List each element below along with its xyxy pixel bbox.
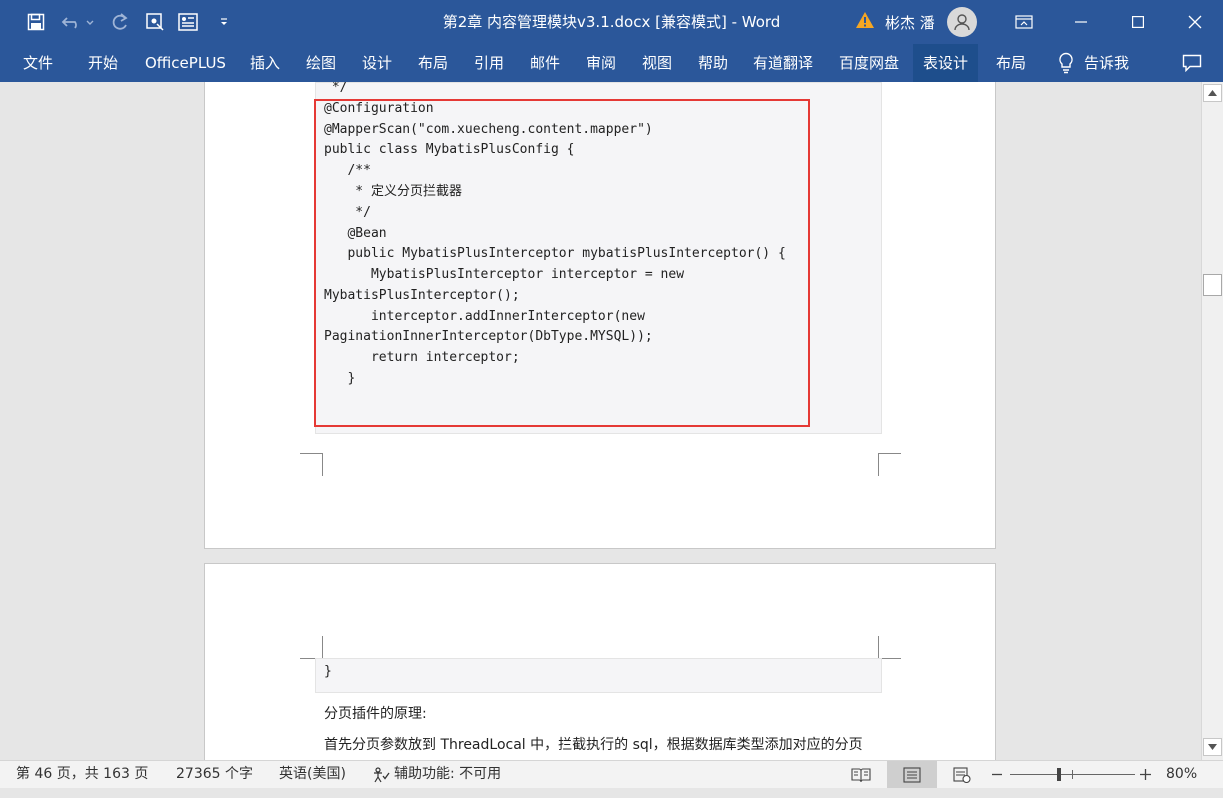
zoom-level[interactable]: 80% xyxy=(1166,761,1197,788)
tell-me-label: 告诉我 xyxy=(1084,54,1130,72)
tab-file[interactable]: 文件 xyxy=(13,44,63,82)
avatar[interactable] xyxy=(946,7,977,37)
print-layout-icon xyxy=(903,766,921,783)
tab-officeplus[interactable]: OfficePLUS xyxy=(135,44,236,82)
print-layout-button[interactable] xyxy=(887,761,937,788)
comments-button[interactable] xyxy=(1172,44,1212,82)
maximize-button[interactable] xyxy=(1109,0,1166,44)
word-count[interactable]: 27365 个字 xyxy=(176,761,253,788)
zoom-slider-thumb[interactable] xyxy=(1056,768,1061,781)
document-canvas[interactable]: */ @Configuration @MapperScan("com.xuech… xyxy=(0,82,1201,760)
tab-design[interactable]: 设计 xyxy=(352,44,402,82)
customize-qat-icon[interactable] xyxy=(214,10,234,34)
tab-help[interactable]: 帮助 xyxy=(688,44,738,82)
tab-review[interactable]: 审阅 xyxy=(576,44,626,82)
scroll-up-button[interactable] xyxy=(1203,84,1222,102)
page-info[interactable]: 第 46 页，共 163 页 xyxy=(16,761,148,788)
web-layout-button[interactable] xyxy=(953,761,971,788)
tab-references[interactable]: 引用 xyxy=(464,44,514,82)
touch-mode-icon[interactable] xyxy=(143,10,167,34)
tab-layout[interactable]: 布局 xyxy=(408,44,458,82)
warning-icon[interactable] xyxy=(855,11,875,33)
accessibility-status: 辅助功能: 不可用 xyxy=(394,766,502,782)
save-icon[interactable] xyxy=(24,10,48,34)
paragraph: 首先分页参数放到 ThreadLocal 中，拦截执行的 sql，根据数据库类型… xyxy=(324,737,863,753)
tab-table-layout[interactable]: 布局 xyxy=(986,44,1036,82)
ribbon-tab-bar: 文件 开始 OfficePLUS 插入 绘图 设计 布局 引用 邮件 审阅 视图… xyxy=(0,44,1223,82)
crop-mark xyxy=(322,453,323,476)
accessibility-icon xyxy=(372,766,390,783)
code-line: */ xyxy=(324,82,348,95)
form-icon[interactable] xyxy=(176,10,200,34)
redo-icon[interactable] xyxy=(108,10,132,34)
zoom-slider[interactable] xyxy=(1010,761,1135,788)
tab-mailings[interactable]: 邮件 xyxy=(520,44,570,82)
vertical-scrollbar[interactable] xyxy=(1201,82,1223,760)
user-account[interactable]: 彬杰 潘 xyxy=(855,6,977,38)
minimize-button[interactable] xyxy=(1052,0,1109,44)
read-mode-button[interactable] xyxy=(851,761,871,788)
tab-baidu-netdisk[interactable]: 百度网盘 xyxy=(829,44,909,82)
zoom-out-button[interactable] xyxy=(992,761,1002,788)
tab-view[interactable]: 视图 xyxy=(632,44,682,82)
tab-draw[interactable]: 绘图 xyxy=(296,44,346,82)
crop-mark xyxy=(878,453,879,476)
code-line: } xyxy=(324,664,332,679)
book-icon xyxy=(851,767,871,783)
undo-icon[interactable] xyxy=(58,10,98,34)
close-button[interactable] xyxy=(1166,0,1223,44)
status-bar: 第 46 页，共 163 页 27365 个字 英语(美国) 辅助功能: 不可用… xyxy=(0,760,1223,788)
user-name: 彬杰 潘 xyxy=(885,13,935,32)
crop-mark xyxy=(878,453,901,454)
comment-icon xyxy=(1182,54,1202,72)
code-block[interactable] xyxy=(315,658,882,693)
ribbon-display-options-button[interactable] xyxy=(995,0,1052,44)
title-bar: 第2章 内容管理模块v3.1.docx [兼容模式] - Word 彬杰 潘 xyxy=(0,0,1223,44)
lightbulb-icon xyxy=(1058,52,1074,74)
scroll-down-button[interactable] xyxy=(1203,738,1222,756)
tab-table-design[interactable]: 表设计 xyxy=(913,44,979,82)
red-highlight-box xyxy=(314,99,810,427)
crop-mark xyxy=(878,636,879,658)
zoom-in-button[interactable] xyxy=(1140,761,1151,788)
tab-home[interactable]: 开始 xyxy=(78,44,128,82)
crop-mark xyxy=(322,636,323,658)
paragraph: 分页插件的原理: xyxy=(324,706,427,722)
document-title: 第2章 内容管理模块v3.1.docx [兼容模式] - Word xyxy=(442,13,781,31)
web-layout-icon xyxy=(953,766,971,783)
crop-mark xyxy=(300,453,323,454)
accessibility-checker[interactable]: 辅助功能: 不可用 xyxy=(372,761,501,788)
language-indicator[interactable]: 英语(美国) xyxy=(279,761,346,788)
tell-me-search[interactable]: 告诉我 xyxy=(1048,44,1139,82)
tab-youdao-translate[interactable]: 有道翻译 xyxy=(743,44,823,82)
tab-insert[interactable]: 插入 xyxy=(240,44,290,82)
scroll-thumb[interactable] xyxy=(1203,274,1222,296)
